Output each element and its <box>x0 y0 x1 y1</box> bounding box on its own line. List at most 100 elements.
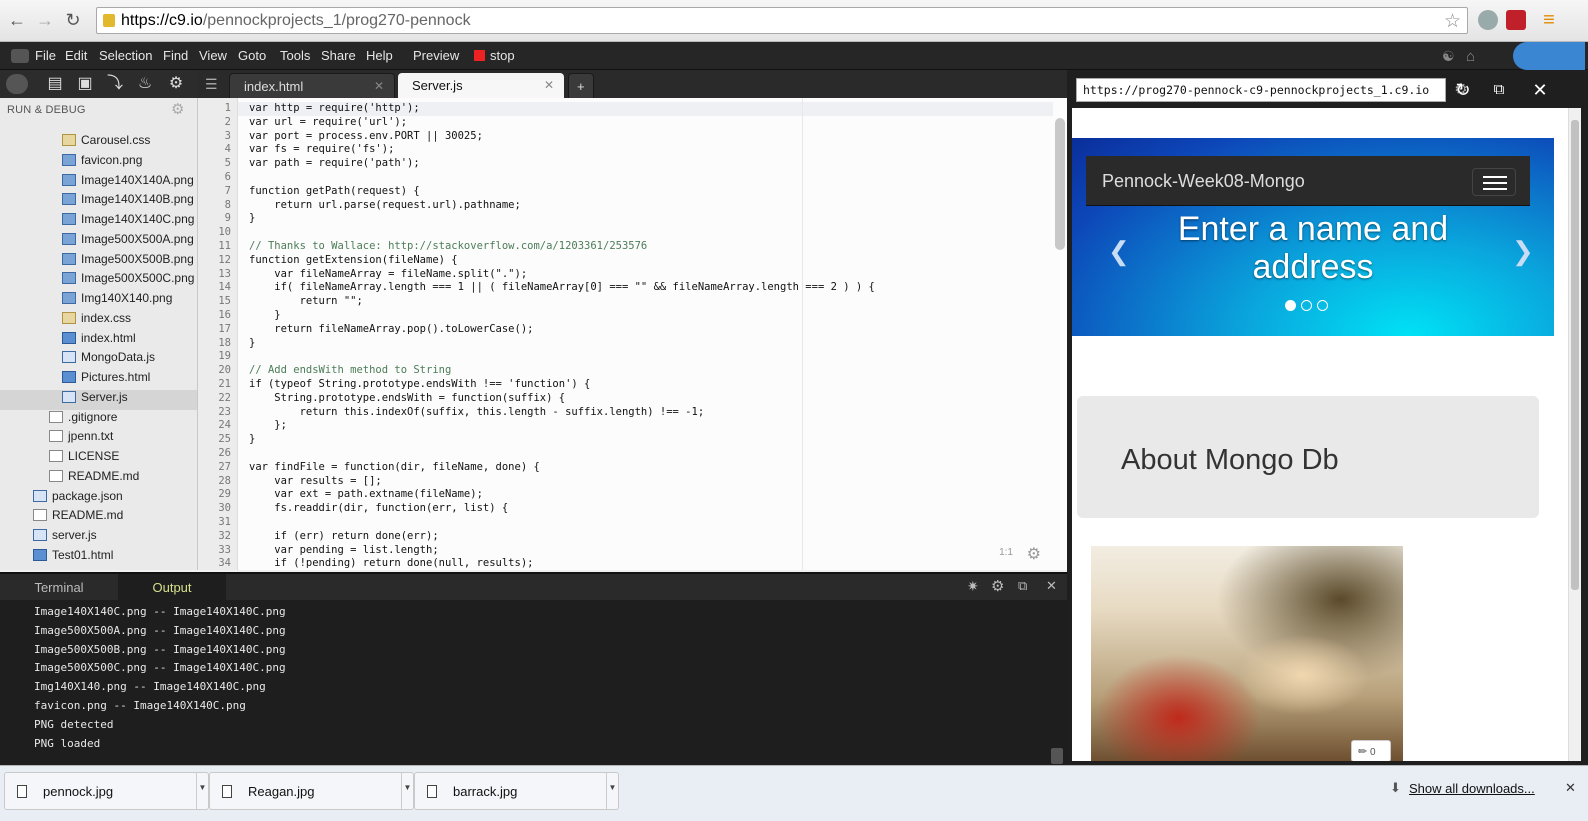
tab-list-icon[interactable]: ☰ <box>205 76 218 93</box>
menu-edit[interactable]: Edit <box>65 48 87 63</box>
panel-gear-icon[interactable]: ⚙ <box>171 100 184 118</box>
performance-icon[interactable]: ☯ <box>1442 48 1455 65</box>
code-line: return fileNameArray.pop().toLowerCase()… <box>249 322 534 335</box>
preview-url-input[interactable]: https://prog270-pennock-c9-pennockprojec… <box>1076 78 1446 102</box>
close-icon[interactable]: ✕ <box>1046 578 1057 594</box>
menu-share[interactable]: Share <box>321 48 356 63</box>
comment-badge[interactable]: ✏ 0 <box>1351 740 1391 761</box>
file-tree-item[interactable]: server.js <box>33 528 97 548</box>
menu-help[interactable]: Help <box>366 48 393 63</box>
workspace-icon[interactable] <box>6 74 28 94</box>
code-line: } <box>249 336 256 349</box>
download-item[interactable]: Reagan.jpg ▼ <box>209 772 414 810</box>
carousel-next-icon[interactable]: ❯ <box>1512 236 1534 267</box>
bookmark-star-icon[interactable]: ☆ <box>1444 10 1461 33</box>
maximize-icon[interactable]: ⧉ <box>1018 578 1027 594</box>
code-line: var pending = list.length; <box>249 543 439 556</box>
show-all-downloads-link[interactable]: Show all downloads... <box>1409 781 1535 796</box>
file-tree-item[interactable]: LICENSE <box>49 449 119 469</box>
file-tree-item[interactable]: Img140X140.png <box>62 291 172 311</box>
tab-index-html[interactable]: index.html ✕ <box>229 73 395 98</box>
menu-view[interactable]: View <box>199 48 227 63</box>
file-tree-item[interactable]: .gitignore <box>49 410 117 430</box>
menu-goto[interactable]: Goto <box>238 48 266 63</box>
tab-terminal[interactable]: Terminal <box>0 574 118 602</box>
cursor-position: 1:1 <box>999 547 1013 558</box>
close-icon[interactable]: ✕ <box>374 79 384 93</box>
file-tree-item[interactable]: Image500X500A.png <box>62 232 194 252</box>
forward-arrow-icon[interactable]: → <box>34 9 56 31</box>
file-tree-item[interactable]: Image140X140B.png <box>62 192 194 212</box>
carousel-indicator[interactable] <box>1301 300 1312 311</box>
file-tree-item[interactable]: README.md <box>33 508 123 528</box>
cloud9-logo-icon[interactable] <box>11 49 29 63</box>
download-item[interactable]: barrack.jpg ▼ <box>414 772 619 810</box>
download-item[interactable]: pennock.jpg ▼ <box>4 772 209 810</box>
file-tree-item[interactable]: Carousel.css <box>62 133 150 153</box>
file-tree-item[interactable]: Test01.html <box>33 548 113 568</box>
jumbotron: About Mongo Db <box>1077 396 1539 518</box>
stop-button[interactable]: stop <box>474 48 515 63</box>
file-tree-item[interactable]: README.md <box>49 469 139 489</box>
chevron-down-icon[interactable]: ▼ <box>196 773 208 809</box>
file-name: Carousel.css <box>81 133 151 147</box>
file-tree-item[interactable]: MongoData.js <box>62 350 155 370</box>
file-tree-item[interactable]: Image140X140C.png <box>62 212 194 232</box>
file-tree-item[interactable]: Image500X500C.png <box>62 271 194 291</box>
menu-icon[interactable]: ≡ <box>1538 9 1560 31</box>
output-console[interactable]: Image140X140C.png -- Image140X140C.png Im… <box>0 600 1067 765</box>
file-tree-item[interactable]: Pictures.html <box>62 370 150 390</box>
preview-scrollbar[interactable] <box>1568 108 1581 761</box>
menu-file[interactable]: File <box>35 48 56 63</box>
preview-button[interactable]: Preview <box>413 48 459 63</box>
save-icon[interactable]: ▤ <box>44 74 66 94</box>
chevron-down-icon[interactable]: ▼ <box>606 773 618 809</box>
file-tree-item[interactable]: Image500X500B.png <box>62 252 194 272</box>
reload-icon[interactable]: ↻ <box>62 9 84 31</box>
file-tree-item[interactable]: index.html <box>62 331 136 351</box>
popout-icon[interactable]: ⧉ <box>1488 79 1510 101</box>
code-editor[interactable]: 1 2 3 4 5 6 7 8 9 10 11 12 13 14 15 16 17 18 19 20 21 22 23 24 2… <box>198 98 1067 570</box>
settings-gear-icon[interactable]: ⚙ <box>165 74 187 94</box>
file-tree-item[interactable]: index.css <box>62 311 131 331</box>
scroll-thumb[interactable] <box>1571 120 1579 590</box>
line-number: 18 <box>218 336 231 349</box>
refresh-icon[interactable]: ↻ <box>1452 79 1474 101</box>
menu-selection[interactable]: Selection <box>99 48 152 63</box>
tab-server-js[interactable]: Server.js ✕ <box>398 73 564 98</box>
new-tab-button[interactable]: + <box>568 73 594 98</box>
close-icon[interactable]: ✕ <box>1565 780 1576 796</box>
output-scrollbar[interactable] <box>1051 748 1063 764</box>
extension-icon[interactable] <box>1478 10 1498 30</box>
carousel-prev-icon[interactable]: ❮ <box>1108 236 1130 267</box>
lastpass-icon[interactable] <box>1506 10 1526 30</box>
navbar-brand[interactable]: Pennock-Week08-Mongo <box>1102 171 1305 192</box>
editor-scrollbar[interactable] <box>1055 118 1065 250</box>
file-tree-item[interactable]: jpenn.txt <box>49 429 113 449</box>
close-icon[interactable]: ✕ <box>544 78 554 92</box>
menu-find[interactable]: Find <box>163 48 188 63</box>
carousel-indicator[interactable] <box>1285 300 1296 311</box>
carousel-indicator[interactable] <box>1317 300 1328 311</box>
address-bar[interactable]: https://c9.io/pennockprojects_1/prog270-… <box>96 7 1468 34</box>
home-icon[interactable]: ⌂ <box>1466 48 1475 65</box>
tab-output[interactable]: Output <box>118 574 226 602</box>
navigate-icon[interactable]: ▣ <box>74 74 96 94</box>
line-number: 33 <box>218 543 231 556</box>
editor-settings-gear-icon[interactable]: ⚙ <box>1027 544 1041 564</box>
file-tree-item[interactable]: Server.js <box>62 390 128 410</box>
file-tree-item[interactable]: Image140X140A.png <box>62 173 194 193</box>
back-arrow-icon[interactable]: ← <box>6 9 28 31</box>
broom-clear-icon[interactable]: ✷ <box>967 578 979 595</box>
close-icon[interactable]: ✕ <box>1529 79 1551 101</box>
file-tree-item[interactable]: favicon.png <box>62 153 142 173</box>
run-icon[interactable]: ⤵ <box>104 74 126 94</box>
menu-tools[interactable]: Tools <box>280 48 310 63</box>
console-gear-icon[interactable]: ⚙ <box>991 577 1004 595</box>
hamburger-menu-icon[interactable] <box>1472 168 1516 196</box>
file-tree-item[interactable]: package.json <box>33 489 123 509</box>
preview-webpage[interactable]: Pennock-Week08-Mongo Enter a name and ad… <box>1072 108 1581 761</box>
chevron-down-icon[interactable]: ▼ <box>401 773 413 809</box>
debug-icon[interactable]: ♨ <box>134 74 156 94</box>
collaborate-button[interactable] <box>1513 42 1585 70</box>
